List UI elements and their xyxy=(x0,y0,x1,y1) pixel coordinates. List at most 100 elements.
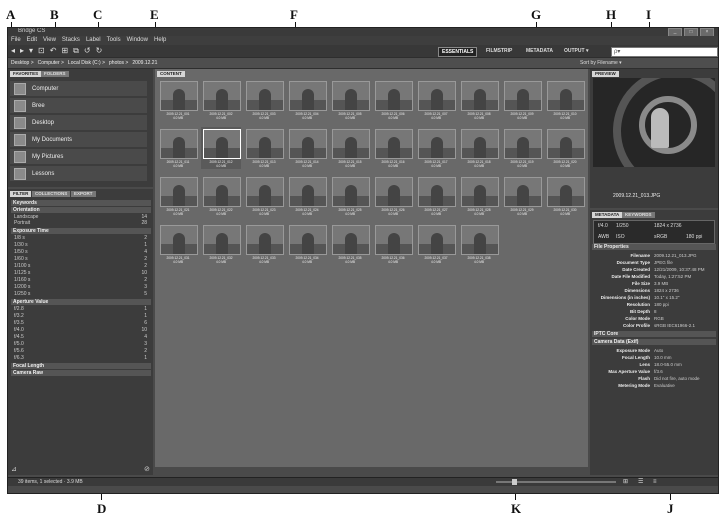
menu-view[interactable]: View xyxy=(43,36,56,45)
view-list-icon[interactable]: ≡ xyxy=(653,478,657,486)
open-recent-icon[interactable]: ⧉ xyxy=(73,46,79,56)
filter-row[interactable]: 1/200 s3 xyxy=(14,284,149,290)
filter-row[interactable]: f/4.5 4 xyxy=(14,334,149,340)
thumbnail-image[interactable] xyxy=(375,225,413,255)
tab-folders[interactable]: FOLDERS xyxy=(41,71,69,77)
favorite-lessons[interactable]: Lessons xyxy=(10,166,147,181)
thumbnail-image[interactable] xyxy=(375,177,413,207)
tab-keywords[interactable]: KEYWORDS xyxy=(622,212,655,218)
tab-filter[interactable]: FILTER xyxy=(10,191,32,197)
filter-row[interactable]: f/3.2 1 xyxy=(14,313,149,319)
thumbnail-image[interactable] xyxy=(203,177,241,207)
filter-row[interactable]: 1/30 s1 xyxy=(14,242,149,248)
crumb-photos[interactable]: photos > xyxy=(109,58,128,68)
thumbnail-image[interactable] xyxy=(332,129,370,159)
menu-edit[interactable]: Edit xyxy=(27,36,37,45)
forward-icon[interactable]: ▸ xyxy=(20,46,24,56)
filter-orientation[interactable]: Orientation xyxy=(11,207,151,213)
rotate-left-icon[interactable]: ↺ xyxy=(84,46,91,56)
view-grid-icon[interactable]: ⊞ xyxy=(623,478,628,486)
thumbnail-image[interactable] xyxy=(461,225,499,255)
tab-preview[interactable]: PREVIEW xyxy=(592,71,619,77)
filter-focal-length[interactable]: Focal Length xyxy=(11,363,151,369)
thumbnail-image[interactable] xyxy=(375,129,413,159)
camera-download-icon[interactable]: ⊡ xyxy=(38,46,45,56)
new-folder-icon[interactable]: ⊿ xyxy=(11,465,17,473)
thumbnail-image[interactable] xyxy=(504,129,542,159)
search-field[interactable]: ρ▾ xyxy=(611,47,718,57)
slider-thumb[interactable] xyxy=(512,479,517,485)
thumbnail-image[interactable] xyxy=(246,81,284,111)
crumb-computer[interactable]: Computer > xyxy=(38,58,64,68)
workspace-output[interactable]: OUTPUT ▾ xyxy=(561,47,591,55)
thumbnail-image[interactable] xyxy=(246,225,284,255)
thumbnail-image[interactable] xyxy=(332,177,370,207)
recent-folder-icon[interactable]: ▾ xyxy=(29,46,33,56)
filter-aperture-value[interactable]: Aperture Value xyxy=(11,299,151,305)
thumbnail-image[interactable] xyxy=(547,129,585,159)
thumbnail-image[interactable] xyxy=(160,81,198,111)
tab-content[interactable]: CONTENT xyxy=(157,71,185,77)
favorite-bree[interactable]: Bree xyxy=(10,98,147,113)
thumbnail-image[interactable] xyxy=(461,129,499,159)
thumbnail-image[interactable] xyxy=(332,225,370,255)
thumbnail-image[interactable] xyxy=(375,81,413,111)
iptc-core-header[interactable]: IPTC Core xyxy=(592,331,716,337)
sort-menu[interactable]: Sort by Filename ▾ xyxy=(580,58,622,68)
filter-row[interactable]: 1/100 s2 xyxy=(14,263,149,269)
menu-help[interactable]: Help xyxy=(154,36,166,45)
menu-stacks[interactable]: Stacks xyxy=(62,36,80,45)
thumbnail-image[interactable] xyxy=(418,225,456,255)
filter-row[interactable]: f/3.5 6 xyxy=(14,320,149,326)
thumbnail-image[interactable] xyxy=(461,81,499,111)
menu-tools[interactable]: Tools xyxy=(107,36,121,45)
thumbnail-image[interactable] xyxy=(547,177,585,207)
favorite-my-documents[interactable]: My Documents xyxy=(10,132,147,147)
workspace-filmstrip[interactable]: FILMSTRIP xyxy=(483,47,515,55)
thumbnail-image[interactable] xyxy=(504,177,542,207)
back-icon[interactable]: ◂ xyxy=(11,46,15,56)
thumbnail-image[interactable] xyxy=(418,81,456,111)
menu-window[interactable]: Window xyxy=(127,36,148,45)
crumb-desktop[interactable]: Desktop > xyxy=(11,58,34,68)
tab-collections[interactable]: COLLECTIONS xyxy=(32,191,71,197)
thumbnail-image[interactable] xyxy=(461,177,499,207)
filter-row[interactable]: f/2.8 1 xyxy=(14,306,149,312)
filter-row[interactable]: 1/160 s2 xyxy=(14,277,149,283)
file-properties-header[interactable]: File Properties xyxy=(592,244,716,250)
filter-row[interactable]: 1/50 s4 xyxy=(14,249,149,255)
thumbnail-image[interactable] xyxy=(246,177,284,207)
filter-row[interactable]: 1/125 s 10 xyxy=(14,270,149,276)
thumbnail-size-slider[interactable] xyxy=(496,479,616,485)
camera-data-header[interactable]: Camera Data (Exif) xyxy=(592,339,716,345)
filter-row[interactable]: f/4.0 10 xyxy=(14,327,149,333)
thumbnail-image[interactable] xyxy=(547,81,585,111)
thumbnail-image[interactable] xyxy=(203,129,241,159)
filter-camera-raw[interactable]: Camera Raw xyxy=(11,370,151,376)
thumbnail-image[interactable] xyxy=(160,225,198,255)
thumbnail-image[interactable] xyxy=(504,81,542,111)
favorite-my-pictures[interactable]: My Pictures xyxy=(10,149,147,164)
filter-row[interactable]: 1/60 s2 xyxy=(14,256,149,262)
thumbnail-image[interactable] xyxy=(289,129,327,159)
favorite-computer[interactable]: Computer xyxy=(10,81,147,96)
filter-row[interactable]: f/6.3 1 xyxy=(14,355,149,361)
thumbnail-image[interactable] xyxy=(332,81,370,111)
thumbnail-image[interactable] xyxy=(418,129,456,159)
filter-row[interactable]: f/5.0 3 xyxy=(14,341,149,347)
crumb-current-folder[interactable]: 2009.12.21 xyxy=(132,58,157,68)
filter-row[interactable]: 1/8 s2 xyxy=(14,235,149,241)
rotate-right-icon[interactable]: ↻ xyxy=(96,46,103,56)
clear-filter-icon[interactable]: ⊘ xyxy=(144,465,150,473)
preview-image[interactable] xyxy=(593,78,715,167)
tab-favorites[interactable]: FAVORITES xyxy=(10,71,42,77)
thumbnail-image[interactable] xyxy=(289,225,327,255)
menu-label[interactable]: Label xyxy=(86,36,101,45)
favorite-desktop[interactable]: Desktop xyxy=(10,115,147,130)
thumbnail-image[interactable] xyxy=(160,129,198,159)
view-details-icon[interactable]: ☰ xyxy=(638,478,643,486)
tab-export[interactable]: EXPORT xyxy=(71,191,96,197)
thumbnail-image[interactable] xyxy=(160,177,198,207)
workspace-essentials[interactable]: ESSENTIALS xyxy=(438,47,478,57)
filter-row[interactable]: f/5.6 2 xyxy=(14,348,149,354)
